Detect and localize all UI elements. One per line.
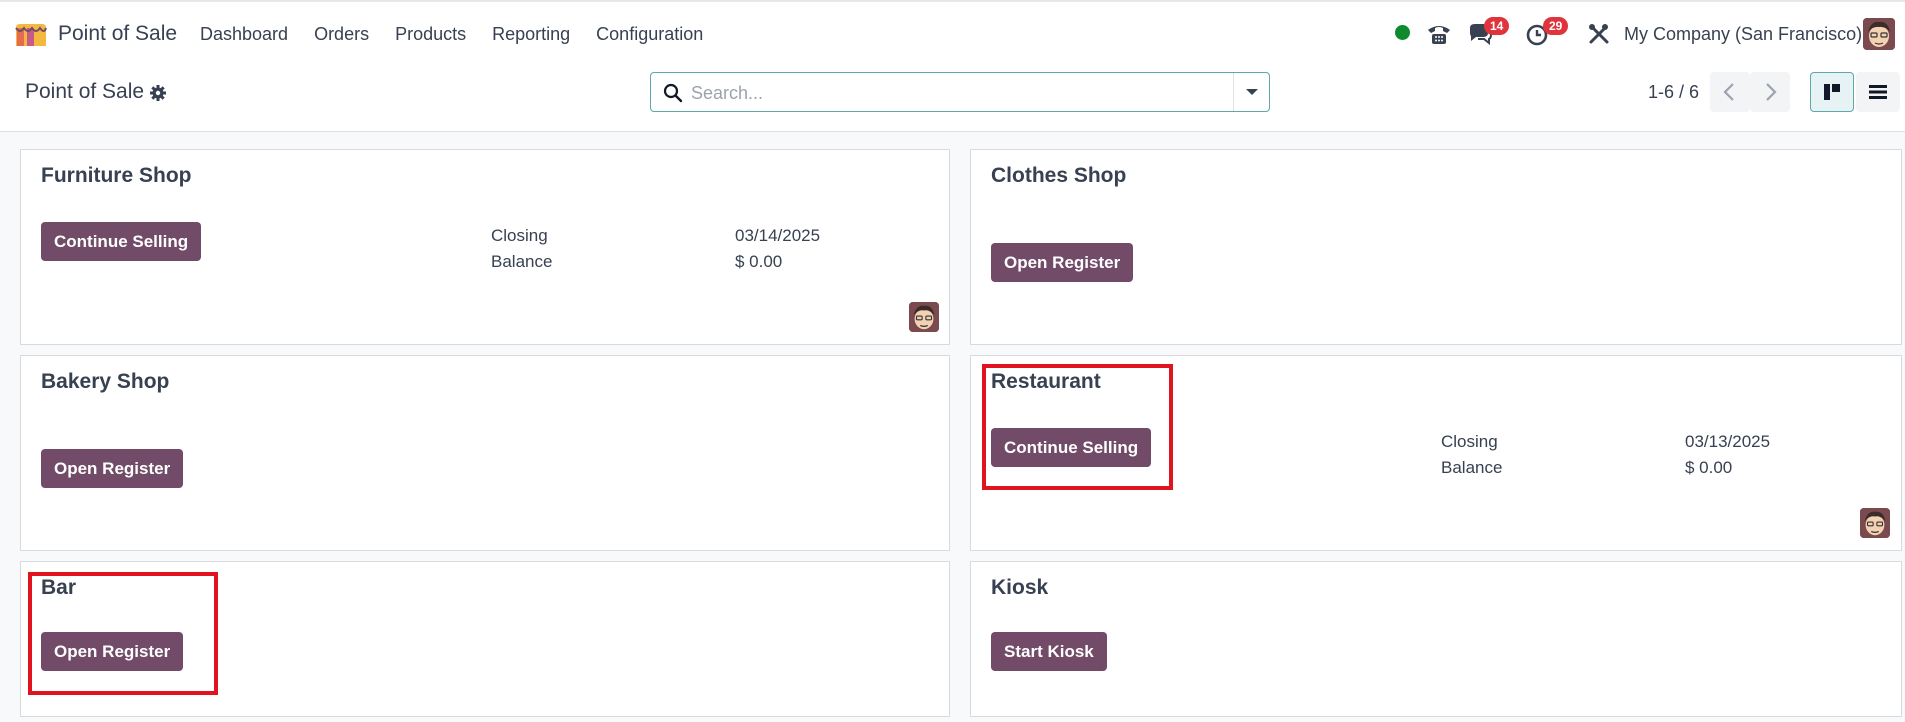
kanban-icon xyxy=(1824,84,1840,100)
gear-icon[interactable] xyxy=(149,84,167,102)
search-input[interactable] xyxy=(691,79,1211,107)
open-register-button[interactable]: Open Register xyxy=(991,243,1134,282)
app-name[interactable]: Point of Sale xyxy=(58,22,177,46)
control-panel: Point of Sale 1-6 / 6 xyxy=(0,66,1905,132)
card-title: Kiosk xyxy=(991,576,1049,599)
closing-label: Closing xyxy=(491,226,548,245)
pos-card-kiosk: Kiosk Start Kiosk xyxy=(970,561,1902,717)
card-title: Furniture Shop xyxy=(41,164,192,187)
chevron-left-icon xyxy=(1723,83,1734,101)
pos-card-clothes-shop: Clothes Shop Open Register xyxy=(970,149,1902,345)
pos-card-bakery-shop: Bakery Shop Open Register xyxy=(20,355,950,551)
caret-down-icon xyxy=(1246,89,1258,95)
closing-label: Closing xyxy=(1441,432,1498,451)
continue-selling-button[interactable]: Continue Selling xyxy=(41,222,202,261)
user-face-icon xyxy=(1860,508,1890,538)
open-register-button[interactable]: Open Register xyxy=(41,449,184,488)
responsible-avatar[interactable] xyxy=(909,302,939,332)
balance-label: Balance xyxy=(1441,458,1503,477)
closing-date: 03/14/2025 xyxy=(735,226,821,245)
tools-icon[interactable] xyxy=(1585,20,1613,48)
card-title: Clothes Shop xyxy=(991,164,1127,187)
user-face-icon xyxy=(909,302,939,332)
pos-card-furniture-shop: Furniture Shop Continue Selling Closing … xyxy=(20,149,950,345)
search-icon xyxy=(663,83,683,103)
highlight-box-bar xyxy=(28,572,218,695)
menu-item-reporting[interactable]: Reporting xyxy=(492,24,570,45)
pager-next-button[interactable] xyxy=(1750,72,1790,112)
closing-date: 03/13/2025 xyxy=(1685,432,1771,451)
highlight-box-restaurant xyxy=(982,364,1173,490)
menu-item-configuration[interactable]: Configuration xyxy=(596,24,703,45)
menu-item-orders[interactable]: Orders xyxy=(314,24,369,45)
phone-icon[interactable] xyxy=(1425,20,1453,48)
menu-item-dashboard[interactable]: Dashboard xyxy=(200,24,288,45)
pager-value[interactable]: 1-6 / 6 xyxy=(1648,82,1699,103)
search-options-toggle[interactable] xyxy=(1233,73,1269,111)
chevron-right-icon xyxy=(1766,83,1777,101)
company-switcher[interactable]: My Company (San Francisco) xyxy=(1624,24,1862,45)
user-face-icon xyxy=(1863,18,1895,50)
top-navbar: Point of Sale Dashboard Orders Products … xyxy=(0,0,1905,66)
messages-count-badge: 14 xyxy=(1484,17,1510,35)
activities-count-badge: 29 xyxy=(1543,17,1569,35)
kanban-view-button[interactable] xyxy=(1810,72,1854,112)
responsible-avatar[interactable] xyxy=(1860,508,1890,538)
balance-label: Balance xyxy=(491,252,553,271)
pos-app-logo-icon[interactable] xyxy=(14,22,48,48)
list-view-button[interactable] xyxy=(1856,72,1900,112)
balance-value: $ 0.00 xyxy=(1685,458,1733,477)
card-title: Bakery Shop xyxy=(41,370,170,393)
balance-value: $ 0.00 xyxy=(735,252,783,271)
menu-item-products[interactable]: Products xyxy=(395,24,466,45)
page-title: Point of Sale xyxy=(25,80,145,103)
kanban-content: Furniture Shop Continue Selling Closing … xyxy=(0,132,1905,722)
list-icon xyxy=(1869,85,1887,99)
main-menu: Dashboard Orders Products Reporting Conf… xyxy=(200,24,729,45)
search-bar xyxy=(650,72,1270,112)
user-avatar[interactable] xyxy=(1863,18,1895,50)
start-kiosk-button[interactable]: Start Kiosk xyxy=(991,632,1107,671)
online-status-icon xyxy=(1395,25,1410,40)
pager-previous-button[interactable] xyxy=(1710,72,1750,112)
